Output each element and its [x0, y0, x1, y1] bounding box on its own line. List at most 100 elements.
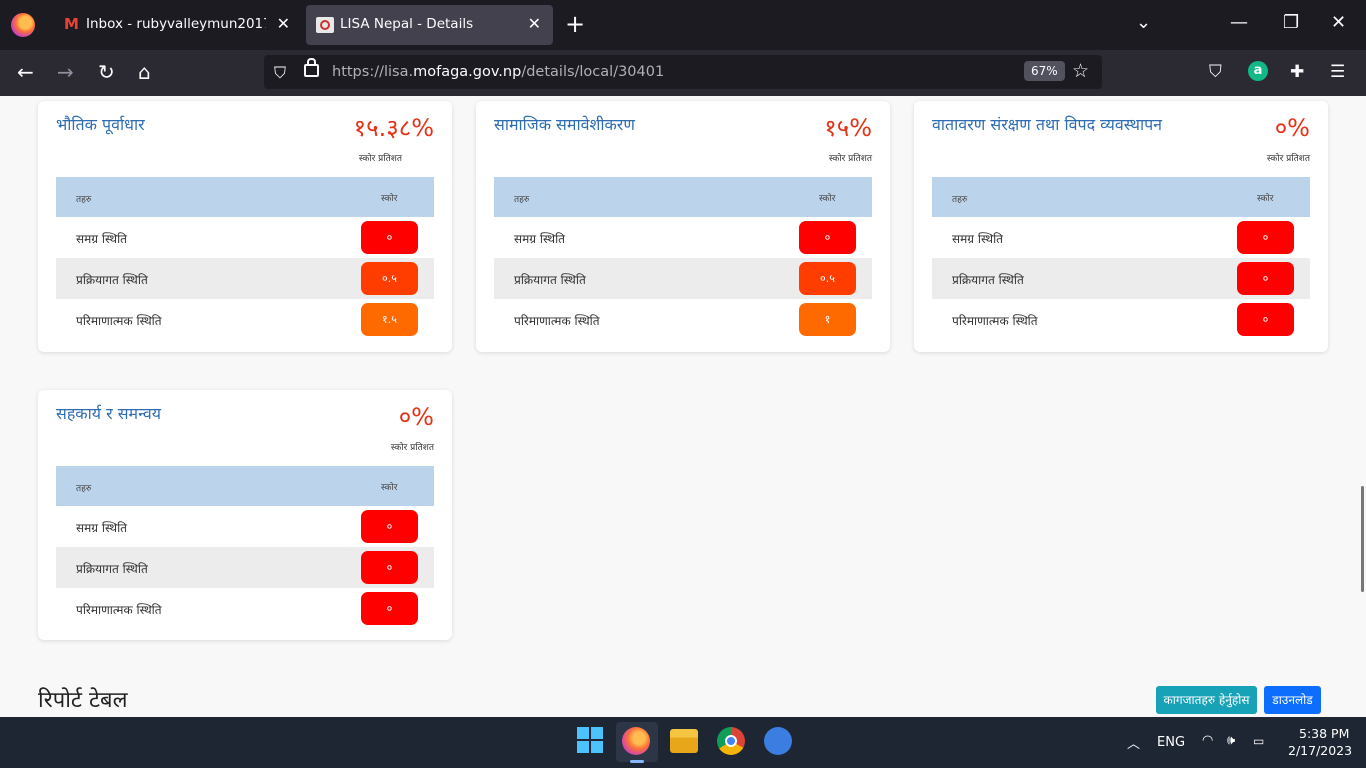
close-tab-icon[interactable]: ✕ — [277, 14, 290, 33]
card-score-label: स्कोर प्रतिशत — [1266, 154, 1310, 164]
score-table: तहरु स्कोर समग्र स्थिति ० प्रक्रियागत स्… — [56, 177, 434, 340]
row-label: प्रक्रियागत स्थिति — [76, 562, 148, 576]
table-row: समग्र स्थिति ० — [494, 217, 872, 258]
file-explorer-icon[interactable] — [670, 729, 698, 753]
tab-inbox[interactable]: M Inbox - rubyvalleymun2017@gmail.com ✕ — [52, 5, 302, 45]
page-scrollbar[interactable] — [1361, 486, 1364, 592]
volume-icon[interactable]: 🕪 — [1227, 733, 1235, 748]
zoom-level-badge[interactable]: 67% — [1024, 61, 1065, 81]
close-window-icon[interactable]: ✕ — [1331, 12, 1346, 33]
header-score: स्कोर — [1257, 194, 1274, 204]
score-card-physical-infrastructure: भौतिक पूर्वाधार १५.३८% स्कोर प्रतिशत तहर… — [38, 101, 452, 352]
table-row: परिमाणात्मक स्थिति ० — [56, 588, 434, 629]
card-score-percent: १५% — [824, 114, 872, 142]
input-language-indicator[interactable]: ENG — [1157, 735, 1185, 750]
score-table: तहरु स्कोर समग्र स्थिति ० प्रक्रियागत स्… — [932, 177, 1310, 340]
table-header: तहरु स्कोर — [56, 466, 434, 506]
score-pill: ०.५ — [799, 262, 856, 295]
score-pill: ० — [361, 221, 418, 254]
pocket-icon[interactable]: ⛉ — [1209, 62, 1222, 82]
menu-hamburger-icon[interactable]: ☰ — [1330, 62, 1345, 82]
row-label: प्रक्रियागत स्थिति — [514, 273, 586, 287]
url-text[interactable]: https://lisa.mofaga.gov.np/details/local… — [332, 64, 664, 80]
header-score: स्कोर — [381, 194, 398, 204]
bookmark-star-icon[interactable]: ☆ — [1072, 60, 1089, 82]
table-row: परिमाणात्मक स्थिति १.५ — [56, 299, 434, 340]
battery-icon[interactable]: ▭ — [1253, 734, 1264, 748]
header-level: तहरु — [76, 484, 92, 494]
firefox-taskbar-icon[interactable] — [622, 727, 650, 755]
tab-bar: M Inbox - rubyvalleymun2017@gmail.com ✕ … — [0, 0, 1366, 50]
score-card-environment-disaster: वातावरण संरक्षण तथा विपद व्यवस्थापन ०% स… — [914, 101, 1328, 352]
restore-icon[interactable]: ❐ — [1283, 12, 1299, 33]
card-title: सामाजिक समावेशीकरण — [494, 115, 635, 134]
score-pill: १.५ — [361, 303, 418, 336]
table-row: प्रक्रियागत स्थिति ०.५ — [494, 258, 872, 299]
table-header: तहरु स्कोर — [932, 177, 1310, 217]
score-pill: ० — [361, 592, 418, 625]
windows-taskbar: ︿ ENG ◠ 🕪 ▭ 5:38 PM 2/17/2023 — [0, 717, 1366, 768]
card-score-percent: ०% — [398, 403, 434, 431]
tab-title: LISA Nepal - Details — [340, 16, 474, 32]
card-title: वातावरण संरक्षण तथा विपद व्यवस्थापन — [932, 115, 1163, 134]
score-pill: १ — [799, 303, 856, 336]
table-row: समग्र स्थिति ० — [56, 217, 434, 258]
score-pill: ० — [361, 551, 418, 584]
row-label: परिमाणात्मक स्थिति — [514, 314, 600, 328]
score-pill: ० — [1237, 303, 1294, 336]
row-label: परिमाणात्मक स्थिति — [76, 314, 162, 328]
forward-icon[interactable]: → — [57, 60, 74, 84]
score-card-social-inclusion: सामाजिक समावेशीकरण १५% स्कोर प्रतिशत तहर… — [476, 101, 890, 352]
new-tab-icon[interactable]: + — [565, 10, 585, 38]
firefox-menu-icon[interactable] — [11, 13, 35, 37]
header-level: तहरु — [514, 195, 530, 205]
row-label: प्रक्रियागत स्थिति — [952, 273, 1024, 287]
extensions-puzzle-icon[interactable]: ✚ — [1290, 62, 1304, 82]
row-label: प्रक्रियागत स्थिति — [76, 273, 148, 287]
card-score-percent: १५.३८% — [353, 114, 434, 142]
card-score-label: स्कोर प्रतिशत — [390, 443, 434, 453]
tab-title: Inbox - rubyvalleymun2017@gmail.com — [86, 16, 266, 32]
score-pill: ० — [799, 221, 856, 254]
table-row: परिमाणात्मक स्थिति १ — [494, 299, 872, 340]
wifi-icon[interactable]: ◠ — [1202, 733, 1213, 748]
windows-start-icon[interactable] — [577, 727, 605, 755]
header-score: स्कोर — [819, 194, 836, 204]
row-label: परिमाणात्मक स्थिति — [952, 314, 1038, 328]
card-title: सहकार्य र समन्वय — [56, 404, 162, 423]
table-row: समग्र स्थिति ० — [56, 506, 434, 547]
navigation-bar: ← → ↻ ⌂ ⛉ https://lisa.mofaga.gov.np/det… — [0, 50, 1366, 96]
close-tab-icon[interactable]: ✕ — [528, 14, 541, 33]
score-table: तहरु स्कोर समग्र स्थिति ० प्रक्रियागत स्… — [56, 466, 434, 629]
row-label: परिमाणात्मक स्थिति — [76, 603, 162, 617]
score-pill: ० — [361, 510, 418, 543]
tab-lisa-details[interactable]: LISA Nepal - Details ✕ — [306, 5, 553, 45]
table-row: प्रक्रियागत स्थिति ० — [56, 547, 434, 588]
table-row: प्रक्रियागत स्थिति ०.५ — [56, 258, 434, 299]
download-button[interactable]: डाउनलोड — [1264, 686, 1321, 714]
table-row: समग्र स्थिति ० — [932, 217, 1310, 258]
address-bar[interactable]: ⛉ https://lisa.mofaga.gov.np/details/loc… — [264, 55, 1102, 89]
tracking-shield-icon[interactable]: ⛉ — [274, 63, 286, 83]
score-table: तहरु स्कोर समग्र स्थिति ० प्रक्रियागत स्… — [494, 177, 872, 340]
app-icon[interactable] — [764, 727, 792, 755]
home-icon[interactable]: ⌂ — [138, 60, 151, 84]
reload-icon[interactable]: ↻ — [98, 60, 115, 84]
chrome-icon[interactable] — [717, 727, 745, 755]
header-score: स्कोर — [381, 483, 398, 493]
card-score-label: स्कोर प्रतिशत — [828, 154, 872, 164]
lock-icon[interactable] — [304, 58, 319, 77]
clock-time[interactable]: 5:38 PM — [1299, 726, 1349, 741]
score-pill: ०.५ — [361, 262, 418, 295]
card-title: भौतिक पूर्वाधार — [56, 115, 145, 134]
show-hidden-icons-chevron-icon[interactable]: ︿ — [1127, 733, 1140, 752]
view-documents-button[interactable]: कागजातहरु हेर्नुहोस — [1156, 686, 1257, 714]
score-pill: ० — [1237, 221, 1294, 254]
clock-date[interactable]: 2/17/2023 — [1288, 743, 1352, 758]
table-header: तहरु स्कोर — [494, 177, 872, 217]
extension-icon[interactable]: a — [1248, 61, 1268, 81]
minimize-icon[interactable]: — — [1230, 12, 1248, 33]
table-row: परिमाणात्मक स्थिति ० — [932, 299, 1310, 340]
back-icon[interactable]: ← — [17, 60, 34, 84]
tab-list-chevron-icon[interactable]: ⌄ — [1136, 12, 1151, 33]
